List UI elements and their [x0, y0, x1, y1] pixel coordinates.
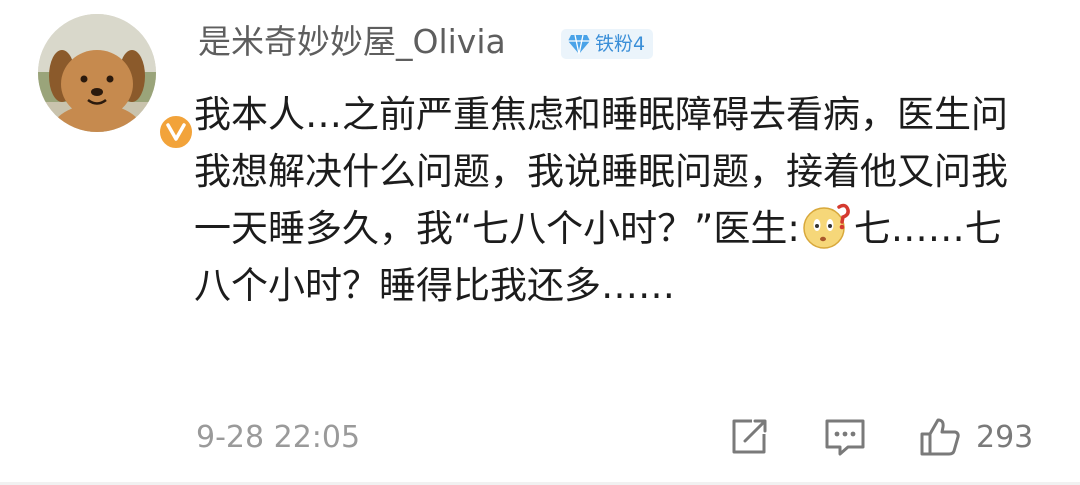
user-avatar[interactable] [38, 14, 196, 152]
diamond-icon [568, 34, 590, 55]
verified-badge-icon [156, 112, 196, 152]
comment-icon [825, 419, 865, 456]
like-button[interactable]: 293 [918, 410, 1033, 464]
comment-timestamp: 9-28 22:05 [196, 420, 361, 455]
username[interactable]: 是米奇妙妙屋_Olivia [198, 20, 506, 64]
fan-level-badge: 铁粉4 [561, 29, 654, 59]
share-button[interactable] [728, 410, 770, 464]
share-icon [732, 419, 767, 454]
comment-text: 我本人…之前严重焦虑和睡眠障碍去看病，医生问我想解决什么问题，我说睡眠问题，接着… [194, 86, 1034, 314]
thumbs-up-icon [920, 418, 960, 456]
avatar-image [38, 14, 156, 132]
fan-badge-label: 铁粉4 [595, 33, 646, 55]
reply-button[interactable] [823, 410, 867, 464]
confused-face-emoji-icon [802, 201, 852, 251]
like-count: 293 [976, 419, 1034, 455]
